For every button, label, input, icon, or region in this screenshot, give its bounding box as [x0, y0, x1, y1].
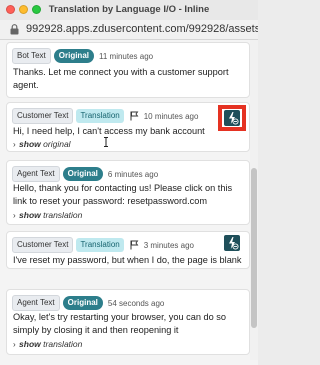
message-meta: Bot Text Original 11 minutes ago: [12, 48, 153, 64]
toggle-prefix: show: [19, 339, 41, 349]
message-meta: Agent Text Original 6 minutes ago: [12, 166, 158, 182]
message-meta: Customer Text Translation 10 minutes ago: [12, 108, 198, 124]
toggle-prefix: show: [19, 210, 41, 220]
title-bar: Translation by Language I/O - Inline: [0, 0, 258, 20]
message-text: Thanks. Let me connect you with a custom…: [13, 67, 229, 90]
toggle-prefix: show: [19, 139, 41, 149]
original-badge: Original: [53, 49, 94, 63]
sender-badge: Customer Text: [12, 237, 74, 253]
original-badge: Original: [62, 167, 103, 181]
sender-badge: Agent Text: [12, 166, 60, 182]
translate-icon[interactable]: [224, 235, 240, 251]
timestamp: 11 minutes ago: [99, 51, 154, 61]
text-cursor-icon: [104, 137, 108, 147]
original-badge: Original: [62, 296, 103, 310]
message-card: Customer Text Translation 10 minutes ago…: [6, 102, 250, 152]
message-card: Customer Text Translation 3 minutes ago …: [6, 231, 250, 269]
sender-badge: Agent Text: [12, 295, 60, 311]
chevron-right-icon: ›: [13, 211, 16, 220]
page-url: 992928.apps.zdusercontent.com/992928/ass…: [26, 23, 258, 35]
message-card: Agent Text Original 54 seconds ago Okay,…: [6, 289, 250, 355]
address-bar[interactable]: 992928.apps.zdusercontent.com/992928/ass…: [0, 20, 258, 40]
chevron-right-icon: ›: [13, 140, 16, 149]
flag-icon[interactable]: [130, 111, 139, 121]
message-text: Hi, I need help, I can't access my bank …: [13, 126, 205, 136]
show-original-toggle[interactable]: › show original: [13, 139, 71, 149]
scrollbar-thumb[interactable]: [251, 168, 257, 328]
translation-badge: Translation: [76, 109, 124, 123]
app-window: Translation by Language I/O - Inline 992…: [0, 0, 258, 365]
chevron-right-icon: ›: [13, 340, 16, 349]
message-text: Okay, let's try restarting your browser,…: [13, 312, 226, 335]
message-meta: Customer Text Translation 3 minutes ago: [12, 237, 194, 253]
message-meta: Agent Text Original 54 seconds ago: [12, 295, 164, 311]
highlight-box: [218, 105, 246, 131]
message-text: Hello, thank you for contacting us! Plea…: [13, 183, 233, 206]
sender-badge: Customer Text: [12, 108, 74, 124]
show-translation-toggle[interactable]: › show translation: [13, 339, 82, 349]
timestamp: 10 minutes ago: [143, 111, 199, 121]
toggle-word: translation: [43, 210, 83, 220]
message-card: Bot Text Original 11 minutes ago Thanks.…: [6, 42, 250, 98]
message-card: Agent Text Original 6 minutes ago Hello,…: [6, 160, 250, 225]
timestamp: 6 minutes ago: [107, 169, 159, 179]
timestamp: 54 seconds ago: [107, 298, 165, 308]
toggle-word: translation: [43, 339, 83, 349]
show-translation-toggle[interactable]: › show translation: [13, 210, 82, 220]
sender-badge: Bot Text: [12, 48, 51, 64]
message-text: I've reset my password, but when I do, t…: [13, 255, 242, 265]
translation-badge: Translation: [76, 238, 124, 252]
lock-icon: [10, 24, 19, 35]
toggle-word: original: [43, 139, 71, 149]
scrollbar[interactable]: [250, 40, 258, 360]
window-title: Translation by Language I/O - Inline: [48, 4, 210, 15]
flag-icon[interactable]: [130, 240, 139, 250]
message-list: Bot Text Original 11 minutes ago Thanks.…: [0, 40, 250, 360]
timestamp: 3 minutes ago: [143, 240, 194, 250]
